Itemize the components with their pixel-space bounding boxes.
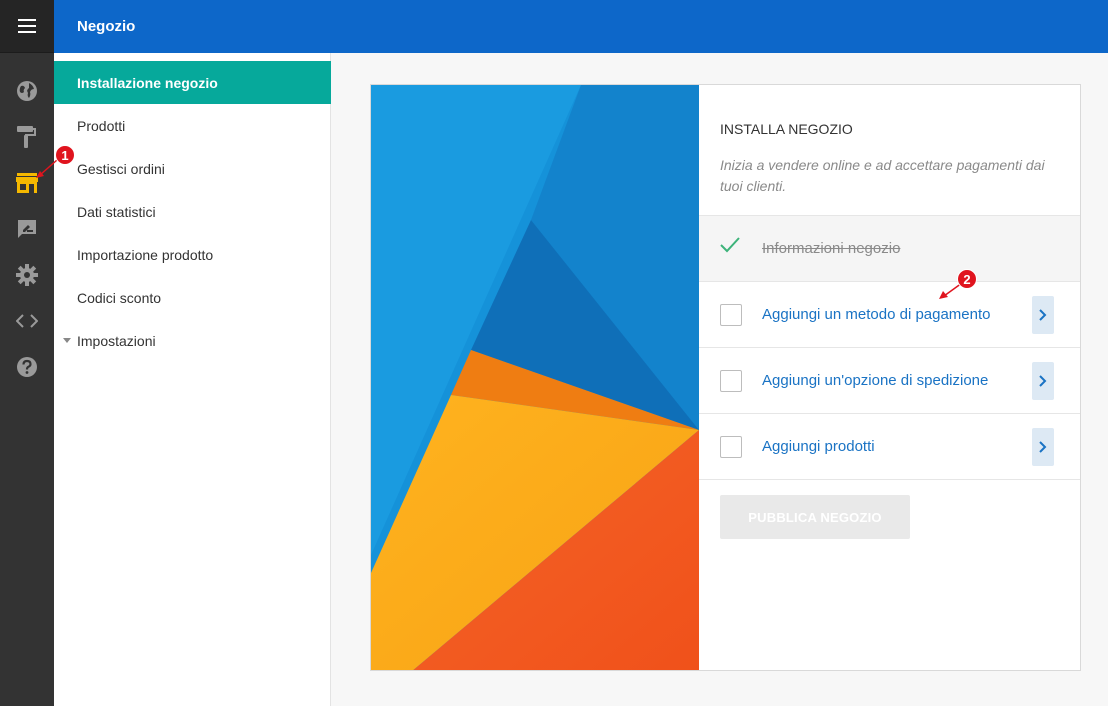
- menu-button[interactable]: [0, 0, 54, 53]
- rail-item-design[interactable]: [0, 114, 54, 160]
- step-label: Informazioni negozio: [762, 240, 901, 257]
- chevron-right-icon: [1039, 308, 1047, 321]
- rail-item-settings[interactable]: [0, 252, 54, 298]
- paint-roller-icon: [17, 126, 36, 148]
- subnav-item-impostazioni[interactable]: Impostazioni: [54, 319, 331, 362]
- subnav-item-prodotti[interactable]: Prodotti: [54, 104, 331, 147]
- step-checkbox[interactable]: [720, 435, 742, 458]
- icon-rail: [0, 0, 54, 706]
- code-icon: [16, 314, 38, 328]
- annotation-callout-2: 2: [957, 269, 977, 289]
- step-checkbox[interactable]: [720, 369, 742, 392]
- panel-description: Inizia a vendere online e ad accettare p…: [720, 157, 1045, 194]
- step-open-button[interactable]: [1032, 427, 1054, 466]
- step-payment[interactable]: Aggiungi un metodo di pagamento: [699, 281, 1080, 347]
- panel-title: INSTALLA NEGOZIO: [720, 121, 853, 137]
- subnav-item-label: Gestisci ordini: [77, 160, 165, 177]
- page-title: Negozio: [77, 18, 136, 35]
- menu-icon: [18, 19, 36, 33]
- step-open-button[interactable]: [1032, 295, 1054, 334]
- globe-icon: [17, 81, 37, 101]
- step-store-info[interactable]: Informazioni negozio: [699, 215, 1080, 281]
- rail-item-help[interactable]: [0, 344, 54, 390]
- store-icon: [16, 173, 38, 193]
- subnav-item-label: Impostazioni: [77, 332, 156, 349]
- edit-note-icon: [18, 220, 36, 238]
- store-subnav: Installazione negozio Prodotti Gestisci …: [54, 53, 331, 706]
- step-checkbox[interactable]: [720, 303, 742, 326]
- caret-down-icon: [63, 338, 71, 343]
- rail-item-code[interactable]: [0, 298, 54, 344]
- step-label: Aggiungi prodotti: [762, 438, 875, 455]
- rail-item-website[interactable]: [0, 68, 54, 114]
- step-products[interactable]: Aggiungi prodotti: [699, 413, 1080, 479]
- decorative-artwork: [371, 85, 699, 670]
- help-icon: [17, 357, 37, 377]
- subnav-item-installazione[interactable]: Installazione negozio: [54, 61, 331, 104]
- checkmark-icon: [720, 237, 740, 253]
- step-label: Aggiungi un'opzione di spedizione: [762, 372, 989, 389]
- subnav-item-ordini[interactable]: Gestisci ordini: [54, 147, 331, 190]
- chevron-right-icon: [1039, 374, 1047, 387]
- step-open-button[interactable]: [1032, 361, 1054, 400]
- setup-panel: INSTALLA NEGOZIO Inizia a vendere online…: [699, 85, 1080, 670]
- subnav-item-label: Installazione negozio: [77, 74, 218, 91]
- step-shipping[interactable]: Aggiungi un'opzione di spedizione: [699, 347, 1080, 413]
- subnav-item-label: Dati statistici: [77, 203, 156, 220]
- subnav-item-statistiche[interactable]: Dati statistici: [54, 190, 331, 233]
- annotation-callout-1: 1: [55, 145, 75, 165]
- rail-item-blog[interactable]: [0, 206, 54, 252]
- divider: [699, 479, 1080, 480]
- gear-icon: [16, 264, 38, 286]
- subnav-item-label: Prodotti: [77, 117, 126, 134]
- chevron-right-icon: [1039, 440, 1047, 453]
- subnav-item-label: Importazione prodotto: [77, 246, 214, 263]
- top-header: Negozio: [54, 0, 1108, 53]
- subnav-item-importazione[interactable]: Importazione prodotto: [54, 233, 331, 276]
- rail-item-store[interactable]: [0, 160, 54, 206]
- step-label: Aggiungi un metodo di pagamento: [762, 306, 991, 323]
- publish-store-button[interactable]: PUBBLICA NEGOZIO: [720, 495, 910, 539]
- store-setup-card: INSTALLA NEGOZIO Inizia a vendere online…: [370, 84, 1081, 671]
- subnav-item-sconti[interactable]: Codici sconto: [54, 276, 331, 319]
- subnav-item-label: Codici sconto: [77, 289, 162, 306]
